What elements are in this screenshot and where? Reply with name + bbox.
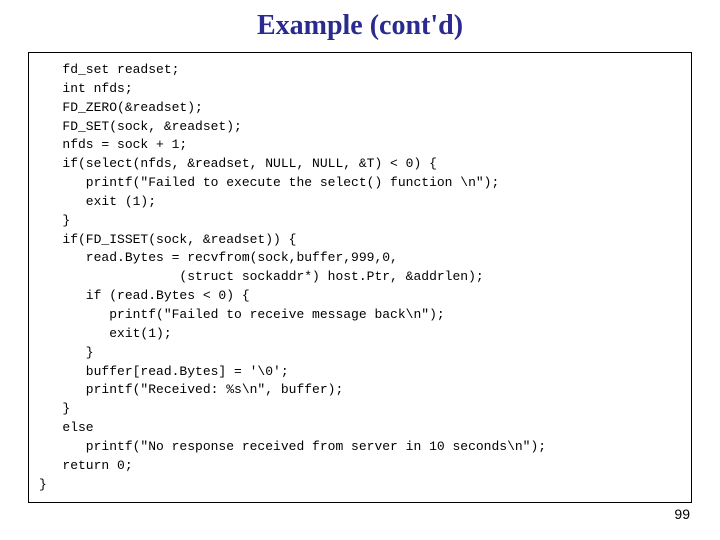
slide-container: Example (cont'd) fd_set readset; int nfd… — [0, 0, 720, 540]
page-number: 99 — [674, 506, 690, 522]
code-block: fd_set readset; int nfds; FD_ZERO(&reads… — [28, 52, 692, 503]
slide-title: Example (cont'd) — [28, 10, 692, 42]
